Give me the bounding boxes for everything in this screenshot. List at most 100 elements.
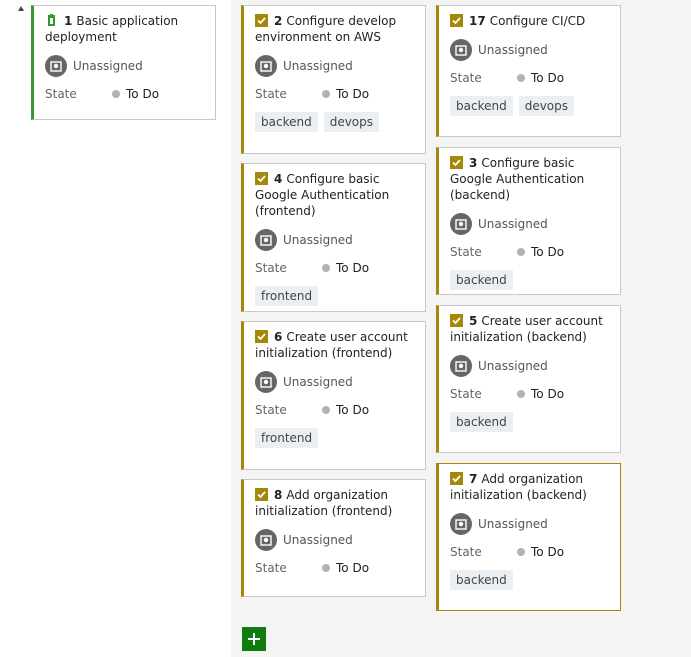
- state-value: To Do: [126, 87, 160, 101]
- card-title-row: 6 Create user account initialization (fro…: [255, 329, 415, 361]
- tag[interactable]: backend: [450, 96, 513, 116]
- user-avatar-icon: [45, 55, 67, 77]
- state-row[interactable]: State To Do: [450, 386, 610, 402]
- task-checkbox-icon: [255, 172, 268, 185]
- card-id: 5: [469, 314, 478, 328]
- assignee[interactable]: Unassigned: [255, 228, 415, 252]
- card-title-row: 5 Create user account initialization (bac…: [450, 313, 610, 345]
- state-row[interactable]: State To Do: [255, 260, 415, 276]
- assignee-name: Unassigned: [283, 533, 353, 547]
- tag-list: backend: [450, 412, 610, 432]
- card-id: 8: [274, 488, 283, 502]
- state-label: State: [255, 261, 287, 275]
- parent-card[interactable]: 1 Basic application deployment Unassigned…: [31, 5, 216, 120]
- state-dot: [517, 74, 525, 82]
- card-title[interactable]: Configure CI/CD: [490, 14, 586, 28]
- assignee[interactable]: Unassigned: [45, 54, 205, 78]
- card-id: 17: [469, 14, 486, 28]
- assignee[interactable]: Unassigned: [450, 212, 610, 236]
- state-value: To Do: [336, 87, 370, 101]
- task-card[interactable]: 3 Configure basic Google Authentication (…: [436, 147, 621, 295]
- state-label: State: [450, 71, 482, 85]
- tag[interactable]: backend: [450, 570, 513, 590]
- card-title-row: 17 Configure CI/CD: [450, 13, 610, 29]
- tag[interactable]: devops: [323, 112, 380, 132]
- assignee[interactable]: Unassigned: [255, 370, 415, 394]
- card-title-row: 8 Add organization initialization (fronte…: [255, 487, 415, 519]
- state-dot: [322, 264, 330, 272]
- tag[interactable]: backend: [255, 112, 318, 132]
- state-value: To Do: [531, 545, 565, 559]
- tag[interactable]: backend: [450, 412, 513, 432]
- assignee[interactable]: Unassigned: [255, 528, 415, 552]
- parent-work-item-icon: [48, 14, 55, 26]
- state-dot: [112, 90, 120, 98]
- tag-list: frontend: [255, 428, 415, 448]
- state-label: State: [450, 545, 482, 559]
- task-checkbox-icon: [450, 156, 463, 169]
- tag-list: backend devops: [450, 96, 610, 116]
- task-card[interactable]: 4 Configure basic Google Authentication (…: [241, 163, 426, 312]
- add-card-button[interactable]: [242, 627, 266, 651]
- state-label: State: [255, 87, 287, 101]
- state-label: State: [255, 403, 287, 417]
- task-checkbox-icon: [450, 14, 463, 27]
- card-title-row: 4 Configure basic Google Authentication (…: [255, 171, 415, 219]
- tag-list: backend: [450, 270, 610, 290]
- state-label: State: [45, 87, 77, 101]
- tag-list: backend: [450, 570, 610, 590]
- task-card[interactable]: 6 Create user account initialization (fro…: [241, 321, 426, 470]
- tag-list: frontend: [255, 286, 415, 306]
- card-title-row: 1 Basic application deployment: [45, 13, 205, 45]
- task-card[interactable]: 8 Add organization initialization (fronte…: [241, 479, 426, 597]
- assignee[interactable]: Unassigned: [450, 38, 610, 62]
- plus-icon: [248, 633, 260, 645]
- task-card-selected[interactable]: 7 Add organization initialization (backen…: [436, 463, 621, 611]
- task-card[interactable]: 17 Configure CI/CD Unassigned State To Do…: [436, 5, 621, 137]
- state-dot: [322, 564, 330, 572]
- card-id: 2: [274, 14, 283, 28]
- task-checkbox-icon: [450, 314, 463, 327]
- state-row[interactable]: State To Do: [450, 544, 610, 560]
- tag[interactable]: backend: [450, 270, 513, 290]
- task-card[interactable]: 2 Configure develop environment on AWS Un…: [241, 5, 426, 154]
- card-id: 6: [274, 330, 283, 344]
- state-row[interactable]: State To Do: [255, 86, 415, 102]
- assignee[interactable]: Unassigned: [450, 354, 610, 378]
- state-label: State: [255, 561, 287, 575]
- state-value: To Do: [531, 387, 565, 401]
- assignee-name: Unassigned: [283, 59, 353, 73]
- assignee-name: Unassigned: [478, 217, 548, 231]
- state-label: State: [450, 245, 482, 259]
- tag[interactable]: devops: [518, 96, 575, 116]
- state-row[interactable]: State To Do: [45, 86, 205, 102]
- user-avatar-icon: [255, 371, 277, 393]
- state-dot: [517, 248, 525, 256]
- state-dot: [322, 90, 330, 98]
- state-label: State: [450, 387, 482, 401]
- state-dot: [517, 390, 525, 398]
- task-checkbox-icon: [255, 14, 268, 27]
- card-id: 3: [469, 156, 478, 170]
- card-id: 1: [64, 14, 73, 28]
- card-title-row: 2 Configure develop environment on AWS: [255, 13, 415, 45]
- user-avatar-icon: [255, 55, 277, 77]
- tag[interactable]: frontend: [255, 286, 319, 306]
- user-avatar-icon: [450, 355, 472, 377]
- assignee-name: Unassigned: [478, 43, 548, 57]
- state-row[interactable]: State To Do: [255, 402, 415, 418]
- assignee[interactable]: Unassigned: [255, 54, 415, 78]
- state-row[interactable]: State To Do: [450, 244, 610, 260]
- tag-list: backend devops: [255, 112, 415, 132]
- state-value: To Do: [531, 245, 565, 259]
- assignee[interactable]: Unassigned: [450, 512, 610, 536]
- collapse-triangle-icon[interactable]: [18, 6, 24, 11]
- assignee-name: Unassigned: [283, 233, 353, 247]
- assignee-name: Unassigned: [478, 359, 548, 373]
- assignee-name: Unassigned: [73, 59, 143, 73]
- card-id: 4: [274, 172, 283, 186]
- state-row[interactable]: State To Do: [450, 70, 610, 86]
- state-row[interactable]: State To Do: [255, 560, 415, 576]
- task-card[interactable]: 5 Create user account initialization (bac…: [436, 305, 621, 453]
- tag[interactable]: frontend: [255, 428, 319, 448]
